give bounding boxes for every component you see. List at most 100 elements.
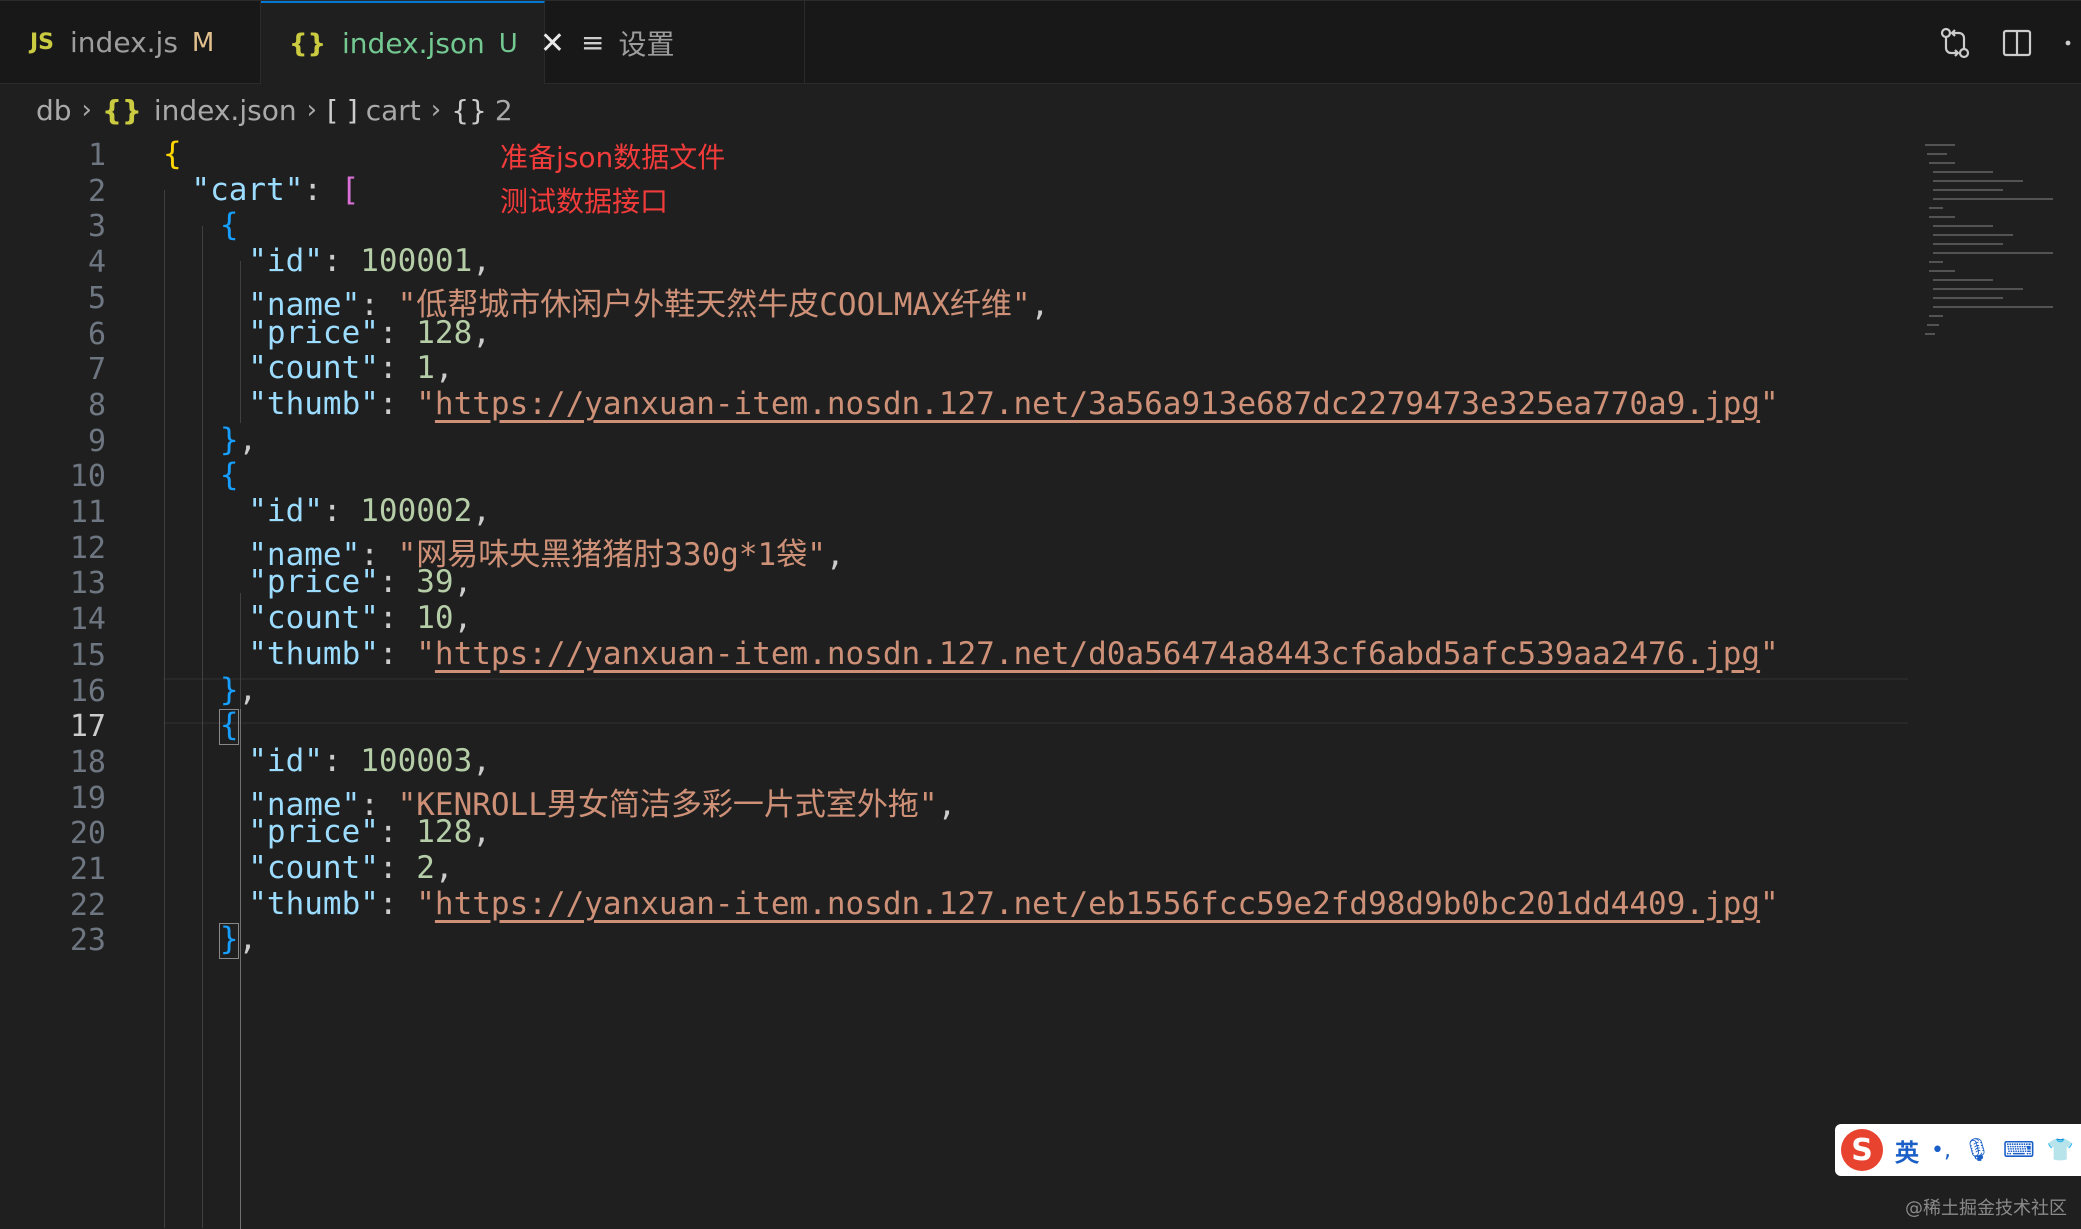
line-number: 9 bbox=[87, 423, 106, 459]
tab-index-json[interactable]: {} index.json U ✕ bbox=[261, 1, 565, 84]
punct: : bbox=[378, 635, 417, 672]
chevron-right-icon: › bbox=[306, 95, 317, 125]
punct: , bbox=[937, 786, 957, 823]
code-line: "price": 128, bbox=[248, 814, 491, 850]
untracked-indicator: U bbox=[498, 28, 518, 59]
indent-guide-active bbox=[240, 709, 241, 1229]
line-number: 11 bbox=[69, 495, 106, 530]
open-changes-icon[interactable] bbox=[1937, 25, 1973, 61]
punct: , bbox=[825, 536, 845, 573]
ime-language-toggle[interactable]: 英 bbox=[1895, 1133, 1919, 1168]
code-line: "thumb": "https://yanxuan-item.nosdn.127… bbox=[248, 636, 1778, 672]
minimap-line bbox=[1929, 261, 1943, 263]
minimap-line bbox=[1929, 315, 1943, 317]
microphone-icon[interactable]: 🎙 bbox=[1963, 1138, 1991, 1163]
json-key: "price" bbox=[248, 564, 379, 601]
annotation-text: 准备json数据文件 bbox=[500, 141, 726, 174]
minimap-line bbox=[1927, 324, 1939, 326]
breadcrumb-array[interactable]: cart bbox=[366, 94, 421, 127]
minimap-line bbox=[1933, 180, 2023, 182]
line-number: 18 bbox=[69, 744, 106, 780]
code-line: "count": 1, bbox=[248, 350, 453, 386]
editor-tab-bar: JS index.js M {} index.json U ✕ ≡ 设置 bbox=[0, 0, 2081, 84]
code-line: "thumb": "https://yanxuan-item.nosdn.127… bbox=[248, 886, 1778, 922]
minimap-line bbox=[1933, 243, 2003, 245]
tab-label: 设置 bbox=[618, 27, 675, 61]
bracket-match-highlight bbox=[218, 709, 239, 746]
line-number: 7 bbox=[87, 352, 106, 388]
json-key: "id" bbox=[248, 243, 323, 280]
punct: : bbox=[303, 171, 341, 208]
code-line: { bbox=[220, 457, 239, 493]
json-string: "低帮城市休闲户外鞋天然牛皮COOLMAX纤维" bbox=[397, 286, 1031, 323]
punct: : bbox=[378, 600, 417, 637]
indent-guide bbox=[164, 190, 165, 1228]
more-actions-icon[interactable] bbox=[2061, 25, 2075, 61]
line-number: 6 bbox=[87, 316, 106, 352]
punct: , bbox=[472, 493, 491, 529]
json-number: 1 bbox=[416, 350, 435, 387]
punct: : bbox=[378, 385, 417, 422]
split-editor-icon[interactable] bbox=[1999, 25, 2035, 61]
punctuation-icon[interactable]: •, bbox=[1931, 1138, 1951, 1163]
breadcrumb-object[interactable]: 2 bbox=[495, 94, 513, 127]
json-key: "id" bbox=[248, 742, 323, 779]
punct: : bbox=[322, 742, 361, 779]
line-number: 15 bbox=[69, 637, 106, 673]
code-line: "id": 100001, bbox=[248, 243, 491, 279]
indent-guide bbox=[202, 226, 203, 1228]
json-number: 100002 bbox=[360, 493, 473, 529]
json-number: 100001 bbox=[360, 243, 473, 280]
json-number: 128 bbox=[416, 314, 473, 351]
line-number: 14 bbox=[69, 602, 106, 638]
skin-icon[interactable]: 👕 bbox=[2047, 1138, 2074, 1163]
line-number: 13 bbox=[69, 566, 106, 602]
minimap-line bbox=[1933, 252, 2053, 254]
json-key: "price" bbox=[248, 314, 379, 351]
punct: , bbox=[472, 243, 491, 280]
punct: : bbox=[322, 493, 361, 529]
punct: , bbox=[434, 350, 454, 387]
quote: " bbox=[1760, 885, 1779, 922]
keyboard-icon[interactable]: ⌨ bbox=[2003, 1138, 2035, 1163]
line-number: 23 bbox=[69, 923, 106, 959]
minimap-line bbox=[1929, 207, 1943, 209]
brace-open: { bbox=[163, 136, 182, 172]
punct: , bbox=[472, 814, 491, 851]
line-number: 3 bbox=[87, 209, 106, 245]
line-number: 12 bbox=[69, 530, 106, 566]
modified-indicator: M bbox=[191, 27, 215, 58]
line-number: 10 bbox=[69, 459, 106, 495]
sogou-logo-icon[interactable]: S bbox=[1841, 1129, 1883, 1171]
breadcrumb-folder[interactable]: db bbox=[36, 94, 72, 127]
code-line: { bbox=[220, 207, 239, 243]
json-key: "count" bbox=[248, 350, 379, 387]
json-key: "cart" bbox=[191, 171, 304, 208]
chevron-right-icon: › bbox=[81, 95, 92, 125]
editor-actions bbox=[1937, 1, 2081, 84]
quote: " bbox=[1760, 635, 1779, 672]
breadcrumb-file[interactable]: index.json bbox=[154, 94, 297, 127]
tab-label: index.json bbox=[342, 27, 485, 60]
punct: , bbox=[472, 314, 491, 351]
json-number: 100003 bbox=[360, 742, 473, 779]
brace-open: { bbox=[219, 457, 239, 494]
brace-close: } bbox=[219, 671, 239, 708]
punct: : bbox=[378, 350, 417, 387]
json-key: "thumb" bbox=[248, 385, 379, 422]
code-line: "count": 10, bbox=[248, 600, 472, 636]
json-key: "count" bbox=[248, 600, 379, 637]
tab-index-js[interactable]: JS index.js M bbox=[0, 1, 261, 84]
tab-settings[interactable]: ≡ 设置 bbox=[545, 1, 805, 84]
code-line: "id": 100003, bbox=[248, 743, 491, 779]
quote: " bbox=[416, 635, 435, 672]
code-editor[interactable]: 1 2 3 4 5 6 7 8 9 10 11 12 13 14 15 16 17 18 19 20 21 22 23 {"… bbox=[0, 136, 2081, 1229]
punct: : bbox=[378, 314, 417, 351]
json-number: 128 bbox=[416, 814, 473, 851]
punct: , bbox=[453, 564, 473, 601]
minimap[interactable] bbox=[1915, 136, 2081, 346]
chevron-right-icon: › bbox=[430, 95, 442, 125]
minimap-line bbox=[1933, 297, 2003, 299]
minimap-line bbox=[1925, 333, 1935, 335]
ime-toolbar[interactable]: S 英 •, 🎙 ⌨ 👕 bbox=[1835, 1124, 2081, 1176]
